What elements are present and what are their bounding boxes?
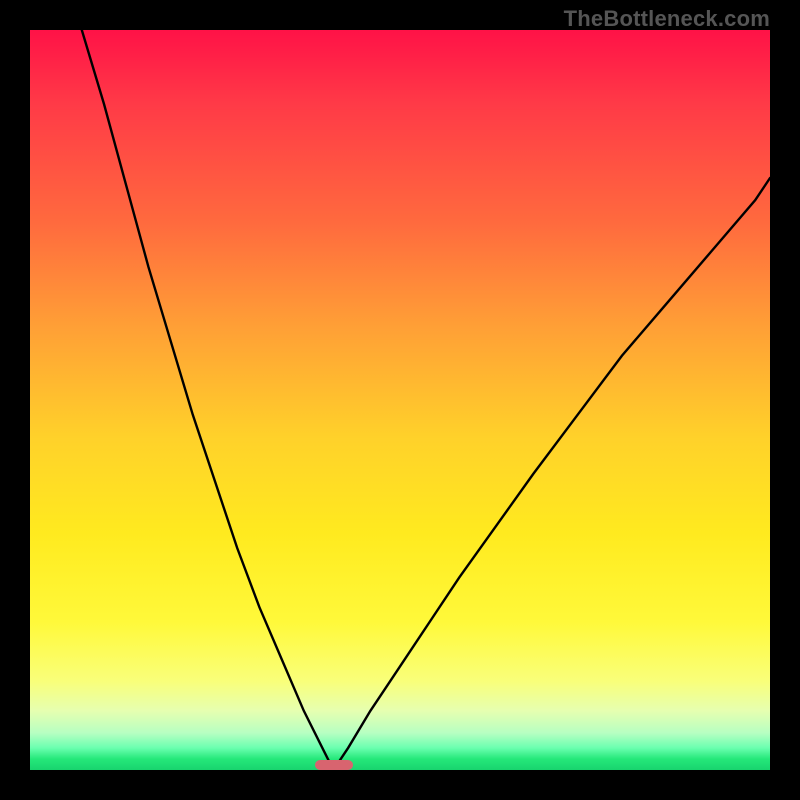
plot-area <box>30 30 770 770</box>
chart-frame: TheBottleneck.com <box>0 0 800 800</box>
curve-left-branch <box>82 30 334 770</box>
bottleneck-curve <box>30 30 770 770</box>
watermark-text: TheBottleneck.com <box>564 6 770 32</box>
bottleneck-marker <box>315 760 353 770</box>
curve-right-branch <box>333 178 770 770</box>
